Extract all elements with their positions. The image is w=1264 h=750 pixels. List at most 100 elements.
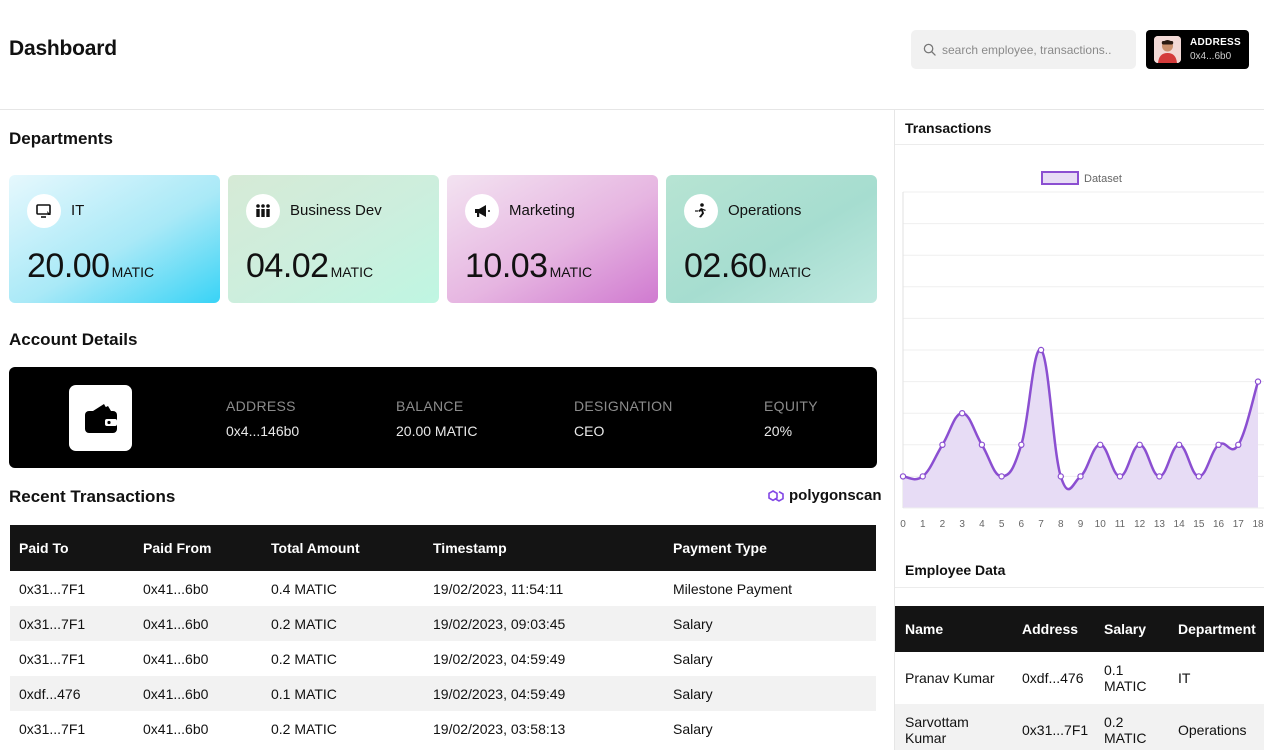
x-tick-label: 12 — [1134, 519, 1146, 530]
data-point — [1195, 473, 1203, 480]
polygonscan-label: polygonscan — [789, 487, 882, 504]
table-row[interactable]: 0x31...7F1 0x41...6b0 0.2 MATIC 19/02/20… — [10, 711, 876, 746]
legend-swatch — [1041, 171, 1079, 185]
employee-table: Name Address Salary Department Pranav Ku… — [895, 606, 1264, 750]
paid-from-cell: 0x41...6b0 — [143, 580, 209, 597]
data-point — [978, 441, 986, 448]
department-card-business-dev[interactable]: Business Dev 04.02 MATIC — [228, 175, 439, 303]
paid-to-cell: 0x31...7F1 — [19, 650, 86, 667]
column-header: Paid From — [134, 525, 262, 571]
account-designation-field: DESIGNATION CEO — [574, 398, 673, 439]
data-point — [1235, 441, 1242, 448]
paid-from-cell: 0x41...6b0 — [143, 720, 209, 737]
column-header: Total Amount — [262, 525, 424, 571]
x-tick-label: 10 — [1095, 519, 1107, 530]
table-row[interactable]: Pranav Kumar 0xdf...476 0.1 MATIC IT — [895, 652, 1264, 704]
account-designation-label: DESIGNATION — [574, 398, 673, 414]
data-point — [1254, 378, 1262, 385]
timestamp-cell: 19/02/2023, 03:58:13 — [433, 720, 566, 737]
table-row[interactable]: Sarvottam Kumar 0x31...7F1 0.2 MATIC Ope… — [895, 704, 1264, 750]
polygonscan-link[interactable]: polygonscan — [766, 487, 882, 504]
amount-cell: 0.1 MATIC — [262, 676, 424, 711]
payment-type-cell: Salary — [673, 650, 713, 667]
wallet-address-button[interactable]: ADDRESS 0x4...6b0 — [1146, 30, 1249, 69]
polygon-logo-icon — [768, 489, 784, 502]
timestamp-cell: 19/02/2023, 11:54:11 — [433, 580, 564, 597]
top-header: Dashboard ADDRESS 0x4...6b0 — [0, 0, 1264, 110]
data-point — [1018, 441, 1025, 448]
column-header: Timestamp — [424, 525, 664, 571]
x-tick-label: 4 — [979, 519, 985, 530]
department-card-it[interactable]: IT 20.00 MATIC — [9, 175, 220, 303]
department-name: Business Dev — [290, 202, 382, 219]
department-card-operations[interactable]: Operations 02.60 MATIC — [666, 175, 877, 303]
paid-to-cell: 0x31...7F1 — [19, 720, 86, 737]
x-tick-label: 18 — [1252, 519, 1264, 530]
table-row[interactable]: 0xdf...476 0x41...6b0 0.1 MATIC 19/02/20… — [10, 676, 876, 711]
x-tick-label: 17 — [1233, 519, 1245, 530]
search-input[interactable] — [942, 42, 1132, 57]
account-equity-field: EQUITY 20% — [764, 398, 818, 439]
wallet-label: ADDRESS — [1190, 36, 1241, 48]
department-unit: MATIC — [330, 264, 374, 280]
department-name: IT — [71, 202, 85, 219]
column-header: Department — [1168, 606, 1264, 652]
department-balance: 02.60 MATIC — [684, 247, 812, 285]
employee-department-cell: Operations — [1168, 704, 1264, 750]
payment-type-cell: Salary — [673, 720, 713, 737]
table-row[interactable]: 0x31...7F1 0x41...6b0 0.4 MATIC 19/02/20… — [10, 571, 876, 606]
column-header: Paid To — [10, 525, 134, 571]
table-row[interactable]: 0x31...7F1 0x41...6b0 0.2 MATIC 19/02/20… — [10, 606, 876, 641]
data-point — [1116, 473, 1124, 480]
account-designation-value: CEO — [574, 423, 605, 439]
computer-icon — [27, 194, 61, 228]
data-point — [1097, 441, 1104, 448]
timestamp-cell: 19/02/2023, 04:59:49 — [433, 650, 566, 667]
paid-to-cell: 0x31...7F1 — [10, 606, 134, 641]
amount-cell: 0.2 MATIC — [271, 650, 337, 667]
avatar — [1154, 36, 1181, 63]
department-balance: 20.00 MATIC — [27, 247, 155, 285]
x-tick-label: 8 — [1058, 519, 1064, 530]
x-tick-label: 14 — [1174, 519, 1186, 530]
account-equity-value: 20% — [764, 423, 793, 439]
timestamp-cell: 19/02/2023, 09:03:45 — [424, 606, 664, 641]
paid-from-cell: 0x41...6b0 — [134, 676, 262, 711]
employee-data-title: Employee Data — [905, 562, 1006, 578]
data-point — [1077, 473, 1084, 480]
table-header-row: Name Address Salary Department — [895, 606, 1264, 652]
account-balance-label: BALANCE — [396, 398, 464, 414]
paid-to-cell: 0xdf...476 — [10, 676, 134, 711]
recent-transactions-title: Recent Transactions — [9, 487, 176, 506]
data-point — [958, 409, 966, 417]
paid-from-cell: 0x41...6b0 — [143, 650, 209, 667]
search-icon — [923, 43, 936, 56]
department-unit: MATIC — [549, 264, 593, 280]
data-point — [919, 473, 926, 480]
payment-type-cell: Milestone Payment — [673, 580, 793, 597]
transactions-chart: 0 1 2 3 4 5 6 7 8 9 10 11 12 13 14 15 16 17 18Dataset — [899, 171, 1264, 530]
department-card-marketing[interactable]: Marketing 10.03 MATIC — [447, 175, 658, 303]
table-row[interactable]: 0x31...7F1 0x41...6b0 0.2 MATIC 19/02/20… — [10, 641, 876, 676]
data-point — [998, 473, 1005, 480]
departments-title: Departments — [9, 129, 113, 148]
department-name: Marketing — [509, 202, 575, 219]
data-point — [939, 441, 946, 448]
table-header-row: Paid To Paid From Total Amount Timestamp… — [10, 525, 876, 571]
x-tick-label: 13 — [1154, 519, 1166, 530]
account-balance-value: 20.00 MATIC — [396, 423, 478, 439]
x-tick-label: 0 — [900, 519, 906, 530]
data-point — [1136, 441, 1143, 448]
timestamp-cell: 19/02/2023, 04:59:49 — [424, 676, 664, 711]
department-unit: MATIC — [768, 264, 812, 280]
search-bar[interactable] — [911, 30, 1136, 69]
department-balance: 10.03 MATIC — [465, 247, 593, 285]
employee-name-cell: Pranav Kumar — [905, 670, 995, 686]
data-point — [1156, 473, 1163, 480]
payment-type-cell: Salary — [664, 676, 876, 711]
x-tick-label: 2 — [940, 519, 946, 530]
x-tick-label: 9 — [1078, 519, 1084, 530]
transactions-chart-title: Transactions — [905, 120, 992, 136]
divider — [895, 587, 1264, 588]
account-balance-field: BALANCE 20.00 MATIC — [396, 398, 477, 439]
